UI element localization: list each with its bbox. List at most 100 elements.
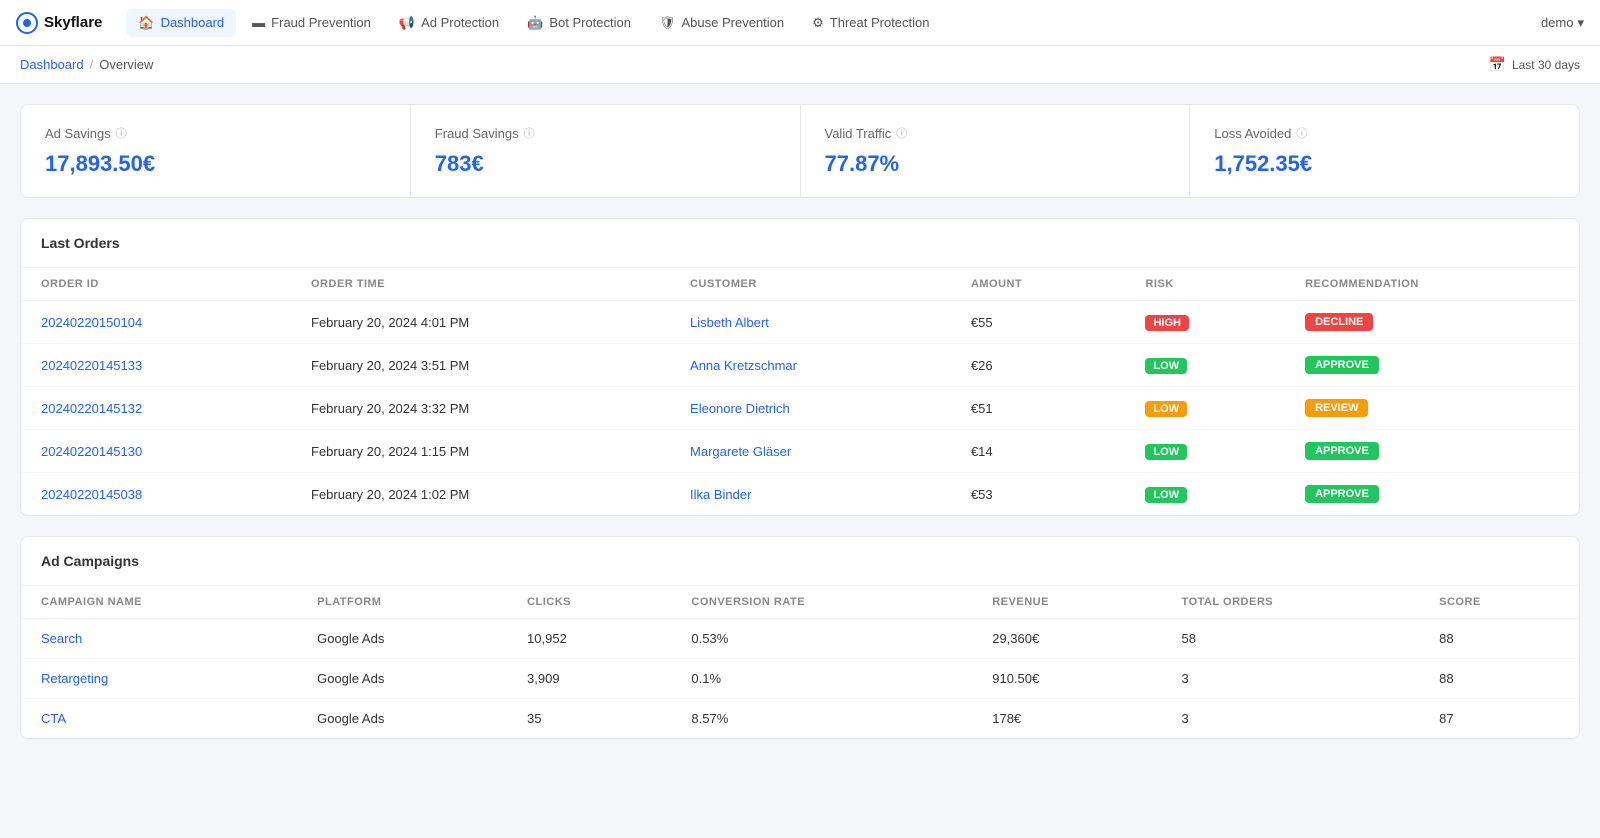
orders-section: Last Orders ORDER ID ORDER TIME CUSTOMER…	[20, 218, 1580, 516]
campaigns-col-revenue: REVENUE	[972, 586, 1161, 619]
nav-label-abuse: Abuse Prevention	[682, 15, 785, 30]
order-id[interactable]: 20240220145132	[21, 387, 291, 430]
order-risk: HIGH	[1125, 301, 1285, 344]
nav-items: 🏠 Dashboard ▬ Fraud Prevention 📢 Ad Prot…	[126, 9, 1541, 37]
order-time: February 20, 2024 4:01 PM	[291, 301, 670, 344]
metric-valid-traffic-info[interactable]: ⓘ	[896, 125, 907, 141]
campaigns-col-score: SCORE	[1419, 586, 1579, 619]
order-customer[interactable]: Lisbeth Albert	[670, 301, 951, 344]
order-amount: €51	[951, 387, 1126, 430]
order-amount: €55	[951, 301, 1126, 344]
nav-item-ad[interactable]: 📢 Ad Protection	[387, 9, 511, 37]
campaign-revenue: 910.50€	[972, 659, 1161, 699]
metric-fraud-savings: Fraud Savings ⓘ 783€	[411, 105, 801, 197]
date-range-picker[interactable]: 📅 Last 30 days	[1489, 56, 1580, 73]
nav-item-fraud[interactable]: ▬ Fraud Prevention	[240, 9, 383, 36]
order-risk: LOW	[1125, 430, 1285, 473]
orders-col-amount: AMOUNT	[951, 268, 1126, 301]
metric-fraud-savings-info[interactable]: ⓘ	[524, 125, 535, 141]
threat-icon: ⚙	[812, 15, 824, 31]
campaigns-section-title: Ad Campaigns	[21, 537, 1579, 586]
table-row: 20240220145038 February 20, 2024 1:02 PM…	[21, 473, 1579, 516]
orders-col-id: ORDER ID	[21, 268, 291, 301]
table-row: 20240220145133 February 20, 2024 3:51 PM…	[21, 344, 1579, 387]
orders-table-body: 20240220150104 February 20, 2024 4:01 PM…	[21, 301, 1579, 516]
order-time: February 20, 2024 1:15 PM	[291, 430, 670, 473]
bot-icon: 🤖	[527, 15, 543, 31]
table-row: Search Google Ads 10,952 0.53% 29,360€ 5…	[21, 619, 1579, 659]
campaign-name[interactable]: Search	[21, 619, 297, 659]
campaign-clicks: 3,909	[507, 659, 671, 699]
calendar-icon: 📅	[1489, 56, 1506, 73]
order-time: February 20, 2024 3:51 PM	[291, 344, 670, 387]
campaign-conversion: 8.57%	[671, 699, 972, 739]
nav-item-abuse[interactable]: 🛡 Abuse Prevention	[647, 9, 796, 37]
metric-valid-traffic-value: 77.87%	[825, 151, 1166, 177]
campaigns-col-name: CAMPAIGN NAME	[21, 586, 297, 619]
nav-item-threat[interactable]: ⚙ Threat Protection	[800, 9, 941, 37]
campaigns-table: CAMPAIGN NAME PLATFORM CLICKS CONVERSION…	[21, 586, 1579, 738]
nav-item-dashboard[interactable]: 🏠 Dashboard	[126, 9, 236, 37]
campaign-platform: Google Ads	[297, 619, 507, 659]
breadcrumb-current: Overview	[99, 57, 153, 72]
order-risk: LOW	[1125, 473, 1285, 516]
order-recommendation: DECLINE	[1285, 301, 1579, 344]
breadcrumb-separator: /	[90, 57, 94, 72]
brand-name: Skyflare	[44, 14, 102, 31]
orders-col-recommendation: RECOMMENDATION	[1285, 268, 1579, 301]
campaign-score: 87	[1419, 699, 1579, 739]
order-recommendation: APPROVE	[1285, 473, 1579, 516]
order-id[interactable]: 20240220150104	[21, 301, 291, 344]
chevron-down-icon: ▾	[1577, 15, 1584, 31]
main-content: Ad Savings ⓘ 17,893.50€ Fraud Savings ⓘ …	[0, 84, 1600, 779]
campaign-score: 88	[1419, 659, 1579, 699]
order-amount: €53	[951, 473, 1126, 516]
order-risk: LOW	[1125, 387, 1285, 430]
order-id[interactable]: 20240220145130	[21, 430, 291, 473]
metric-loss-avoided-info[interactable]: ⓘ	[1296, 125, 1307, 141]
table-row: CTA Google Ads 35 8.57% 178€ 3 87	[21, 699, 1579, 739]
metric-ad-savings-label: Ad Savings	[45, 126, 111, 141]
campaign-total-orders: 3	[1162, 699, 1420, 739]
order-customer[interactable]: Anna Kretzschmar	[670, 344, 951, 387]
breadcrumb-root[interactable]: Dashboard	[20, 57, 84, 72]
metric-valid-traffic: Valid Traffic ⓘ 77.87%	[801, 105, 1191, 197]
ad-icon: 📢	[399, 15, 415, 31]
campaign-name[interactable]: CTA	[21, 699, 297, 739]
logo-icon	[16, 12, 38, 34]
table-row: Retargeting Google Ads 3,909 0.1% 910.50…	[21, 659, 1579, 699]
metric-fraud-savings-label: Fraud Savings	[435, 126, 519, 141]
order-customer[interactable]: Margarete Gläser	[670, 430, 951, 473]
campaigns-table-body: Search Google Ads 10,952 0.53% 29,360€ 5…	[21, 619, 1579, 739]
campaign-total-orders: 58	[1162, 619, 1420, 659]
orders-col-customer: CUSTOMER	[670, 268, 951, 301]
order-time: February 20, 2024 3:32 PM	[291, 387, 670, 430]
metric-loss-avoided: Loss Avoided ⓘ 1,752.35€	[1190, 105, 1579, 197]
campaign-total-orders: 3	[1162, 659, 1420, 699]
order-risk: LOW	[1125, 344, 1285, 387]
table-row: 20240220145132 February 20, 2024 3:32 PM…	[21, 387, 1579, 430]
orders-table-header: ORDER ID ORDER TIME CUSTOMER AMOUNT RISK…	[21, 268, 1579, 301]
navbar: Skyflare 🏠 Dashboard ▬ Fraud Prevention …	[0, 0, 1600, 46]
order-id[interactable]: 20240220145133	[21, 344, 291, 387]
order-amount: €26	[951, 344, 1126, 387]
table-row: 20240220145130 February 20, 2024 1:15 PM…	[21, 430, 1579, 473]
order-time: February 20, 2024 1:02 PM	[291, 473, 670, 516]
order-id[interactable]: 20240220145038	[21, 473, 291, 516]
campaigns-col-clicks: CLICKS	[507, 586, 671, 619]
order-customer[interactable]: Ilka Binder	[670, 473, 951, 516]
campaign-conversion: 0.1%	[671, 659, 972, 699]
nav-label-bot: Bot Protection	[549, 15, 631, 30]
nav-label-dashboard: Dashboard	[161, 15, 225, 30]
orders-table: ORDER ID ORDER TIME CUSTOMER AMOUNT RISK…	[21, 268, 1579, 515]
order-customer[interactable]: Eleonore Dietrich	[670, 387, 951, 430]
fraud-icon: ▬	[252, 15, 265, 30]
home-icon: 🏠	[138, 15, 154, 31]
user-menu[interactable]: demo ▾	[1541, 15, 1584, 31]
metric-ad-savings-info[interactable]: ⓘ	[116, 125, 127, 141]
nav-label-fraud: Fraud Prevention	[271, 15, 371, 30]
campaign-name[interactable]: Retargeting	[21, 659, 297, 699]
date-range-label: Last 30 days	[1512, 58, 1580, 72]
nav-item-bot[interactable]: 🤖 Bot Protection	[515, 9, 643, 37]
brand-logo[interactable]: Skyflare	[16, 12, 102, 34]
